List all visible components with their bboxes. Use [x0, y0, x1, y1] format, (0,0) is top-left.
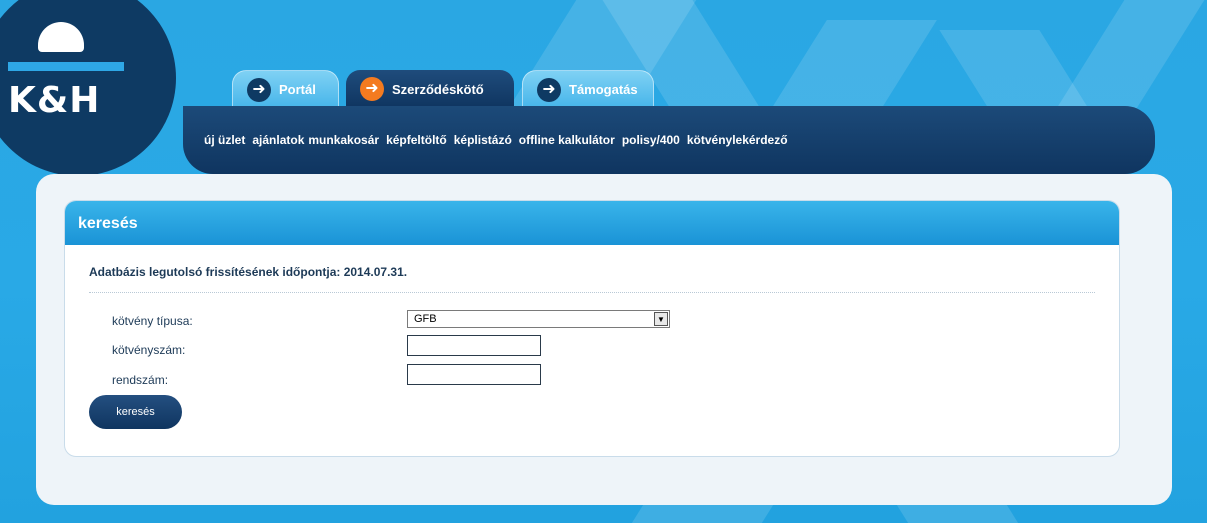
background-arrow-shape: [1055, 0, 1205, 110]
policy-number-label: kötvényszám:: [112, 343, 186, 357]
arrow-right-icon: ➜: [537, 77, 561, 102]
tab-label: Szerződéskötő: [392, 81, 484, 97]
search-button[interactable]: keresés: [89, 395, 182, 429]
tab-label: Támogatás: [569, 82, 638, 97]
tab-szerzodeskoto[interactable]: ➜ Szerződéskötő: [346, 70, 514, 108]
tab-portal[interactable]: ➜ Portál: [232, 70, 339, 108]
policy-type-value: GFB: [414, 313, 437, 325]
nav-item-uj-uzlet[interactable]: új üzlet: [204, 133, 245, 147]
chevron-down-icon[interactable]: ▼: [654, 312, 668, 326]
db-update-info: Adatbázis legutolsó frissítésének időpon…: [89, 265, 408, 279]
policy-type-select[interactable]: GFB ▼: [407, 310, 670, 328]
tab-tamogatas[interactable]: ➜ Támogatás: [522, 70, 654, 108]
search-box: keresés Adatbázis legutolsó frissítéséne…: [64, 200, 1120, 457]
nav-item-kotvenylekerdezo[interactable]: kötvénylekérdező: [687, 133, 788, 147]
policy-number-input[interactable]: [407, 335, 541, 356]
policy-type-label: kötvény típusa:: [112, 314, 193, 328]
tab-label: Portál: [279, 82, 316, 97]
nav-item-keplistazo[interactable]: képlistázó: [454, 133, 512, 147]
divider: [89, 292, 1095, 293]
main-nav: új üzlet ajánlatok munkakosár képfeltölt…: [183, 106, 1155, 174]
nav-item-ajanlatok[interactable]: ajánlatok: [252, 133, 304, 147]
plate-input[interactable]: [407, 364, 541, 385]
nav-item-kepfeltolto[interactable]: képfeltöltő: [386, 133, 447, 147]
logo-figure-bar: [8, 62, 124, 71]
search-title: keresés: [65, 201, 1119, 245]
arrow-right-icon: ➜: [247, 77, 271, 102]
arrow-right-icon: ➜: [360, 77, 384, 101]
nav-item-polisy400[interactable]: polisy/400: [622, 133, 680, 147]
logo-text: K&H: [8, 80, 101, 121]
nav-item-munkakosar[interactable]: munkakosár: [308, 133, 379, 147]
plate-label: rendszám:: [112, 373, 169, 387]
nav-item-offline-kalkulator[interactable]: offline kalkulátor: [519, 133, 615, 147]
